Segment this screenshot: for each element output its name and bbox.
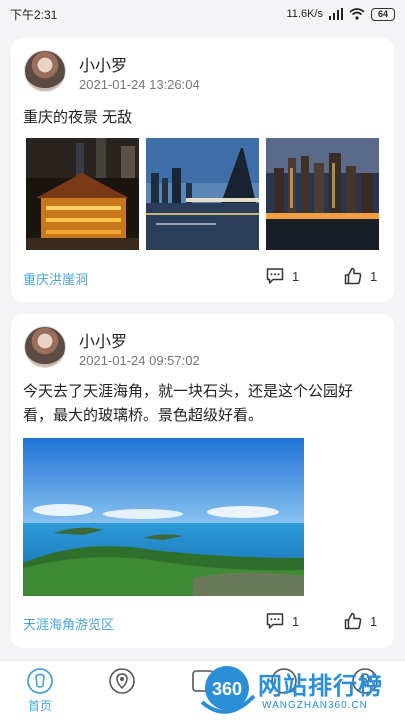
status-indicators: 11.6K/s 64 bbox=[286, 7, 395, 21]
thumbs-up-icon bbox=[344, 267, 362, 285]
post-card[interactable]: 小小罗 2021-01-24 09:57:02 今天去了天涯海角，就一块石头，还… bbox=[11, 314, 394, 648]
post-card[interactable]: 小小罗 2021-01-24 13:26:04 重庆的夜景 无敌 重庆洪崖洞 1… bbox=[11, 38, 394, 302]
post-timestamp: 2021-01-24 13:26:04 bbox=[79, 77, 200, 92]
post-image[interactable] bbox=[26, 138, 139, 250]
location-tag[interactable]: 重庆洪崖洞 bbox=[23, 269, 88, 288]
home-icon bbox=[27, 668, 53, 694]
battery-icon: 64 bbox=[371, 7, 395, 21]
like-count: 1 bbox=[370, 613, 378, 629]
username[interactable]: 小小罗 bbox=[79, 52, 127, 76]
status-time: 下午2:31 bbox=[10, 7, 58, 22]
like-button[interactable]: 1 bbox=[344, 612, 377, 630]
tab-home-label: 首页 bbox=[27, 699, 52, 713]
watermark-url: WANGZHAN360.CN bbox=[262, 700, 368, 711]
avatar[interactable] bbox=[24, 50, 66, 92]
signal-icon bbox=[329, 8, 343, 20]
watermark: 360 网站排行榜 WANGZHAN360.CN bbox=[196, 662, 405, 720]
like-count: 1 bbox=[370, 268, 378, 284]
tab-home[interactable]: 首页 bbox=[0, 667, 80, 714]
comment-icon bbox=[266, 268, 284, 284]
post-timestamp: 2021-01-24 09:57:02 bbox=[79, 353, 200, 368]
location-tag[interactable]: 天涯海角游览区 bbox=[23, 614, 114, 633]
like-button[interactable]: 1 bbox=[344, 267, 377, 285]
thumbs-up-icon bbox=[344, 612, 362, 630]
wifi-icon bbox=[349, 8, 365, 20]
post-image[interactable] bbox=[146, 138, 259, 250]
watermark-text: 网站排行榜 bbox=[258, 673, 383, 700]
status-bar: 下午2:31 11.6K/s 64 bbox=[0, 0, 405, 28]
watermark-badge: 360 bbox=[212, 679, 242, 699]
comment-count: 1 bbox=[292, 613, 300, 629]
username[interactable]: 小小罗 bbox=[79, 328, 127, 352]
post-content: 今天去了天涯海角，就一块石头，还是这个公园好看，最大的玻璃桥。景色超级好看。 bbox=[23, 383, 354, 424]
post-image[interactable] bbox=[23, 438, 304, 596]
location-pin-icon bbox=[109, 668, 135, 694]
post-content: 重庆的夜景 无敌 bbox=[23, 109, 133, 126]
watermark-logo: 360 bbox=[200, 666, 256, 714]
comment-button[interactable]: 1 bbox=[266, 267, 299, 285]
comment-button[interactable]: 1 bbox=[266, 612, 299, 630]
comment-icon bbox=[266, 613, 284, 629]
comment-count: 1 bbox=[292, 268, 300, 284]
avatar[interactable] bbox=[24, 326, 66, 368]
post-image[interactable] bbox=[266, 138, 379, 250]
network-speed: 11.6K/s bbox=[286, 8, 324, 20]
tab-location[interactable] bbox=[82, 667, 162, 695]
